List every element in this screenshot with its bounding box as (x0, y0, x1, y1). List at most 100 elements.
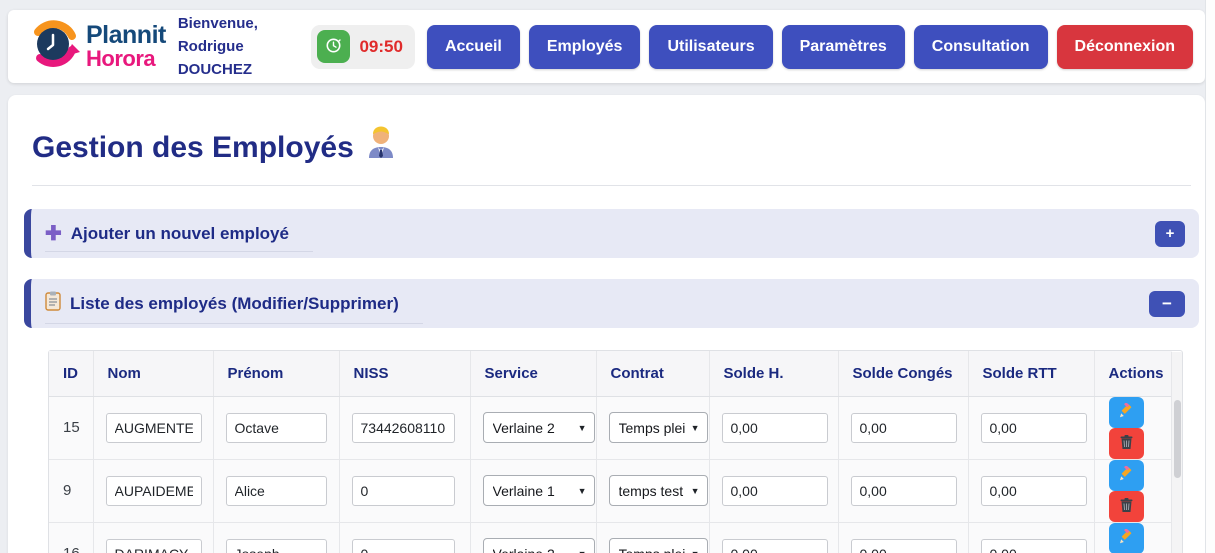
chevron-down-icon: ▼ (578, 549, 587, 553)
clock-logo-icon (28, 18, 80, 75)
welcome-message: Bienvenue, Rodrigue DOUCHEZ (178, 12, 308, 82)
niss-input[interactable] (352, 476, 455, 506)
table-scrollbar-thumb[interactable] (1174, 400, 1181, 478)
table-header: ID Nom Prénom NISS Service Contrat Solde… (49, 351, 1172, 396)
col-solde-h: Solde H. (709, 351, 838, 396)
solde-rtt-input[interactable] (981, 476, 1087, 506)
solde-rtt-input[interactable] (981, 539, 1087, 553)
expand-add-panel-button[interactable]: + (1155, 221, 1185, 247)
edit-button[interactable] (1109, 397, 1144, 428)
logo-line2: Horora (86, 48, 166, 70)
table-row: 16 Verlaine 2 ▼ Temps plei ▼ (49, 522, 1172, 553)
col-nom: Nom (93, 351, 213, 396)
chevron-down-icon: ▼ (578, 423, 587, 433)
nav-parametres-button[interactable]: Paramètres (782, 25, 905, 69)
contrat-select[interactable]: temps test ▼ (609, 475, 708, 506)
pencil-icon (1118, 403, 1134, 422)
chevron-down-icon: ▼ (691, 423, 700, 433)
col-contrat: Contrat (596, 351, 709, 396)
niss-input[interactable] (352, 539, 455, 553)
office-worker-emoji (366, 125, 396, 171)
employee-id: 9 (63, 482, 71, 499)
service-select-value: Verlaine 2 (493, 546, 572, 553)
col-service: Service (470, 351, 596, 396)
solde-h-input[interactable] (722, 476, 828, 506)
col-id: ID (49, 351, 93, 396)
timer-widget: 09:50 (311, 25, 414, 69)
collapse-list-panel-button[interactable]: − (1149, 291, 1185, 317)
solde-conges-input[interactable] (851, 539, 957, 553)
niss-input[interactable] (352, 413, 455, 443)
solde-conges-input[interactable] (851, 413, 957, 443)
nom-input[interactable] (106, 413, 202, 443)
contrat-select[interactable]: Temps plei ▼ (609, 412, 708, 443)
contrat-select-value: temps test (619, 483, 685, 499)
table-body: 15 Verlaine 2 ▼ Temps plei ▼ (49, 396, 1172, 553)
employee-table: ID Nom Prénom NISS Service Contrat Solde… (49, 351, 1172, 553)
timer-time: 09:50 (359, 37, 402, 57)
col-niss: NISS (339, 351, 470, 396)
prenom-input[interactable] (226, 476, 327, 506)
employee-list-title: Liste des employés (Modifier/Supprimer) (70, 294, 399, 314)
add-employee-heading: ✚ Ajouter un nouvel employé (45, 222, 313, 252)
nav-employes-button[interactable]: Employés (529, 25, 641, 69)
employee-list-heading: Liste des employés (Modifier/Supprimer) (45, 289, 423, 324)
prenom-input[interactable] (226, 413, 327, 443)
pencil-icon (1118, 529, 1134, 548)
nav-deconnexion-button[interactable]: Déconnexion (1057, 25, 1193, 69)
edit-button[interactable] (1109, 460, 1144, 491)
trash-icon (1119, 497, 1134, 516)
app-logo[interactable]: Plannit Horora (28, 18, 166, 75)
main-content: Gestion des Employés ✚ Ajouter un nouvel… (8, 95, 1205, 553)
logo-wordmark: Plannit Horora (86, 23, 166, 71)
employee-table-container: ID Nom Prénom NISS Service Contrat Solde… (48, 350, 1183, 553)
table-row: 15 Verlaine 2 ▼ Temps plei ▼ (49, 396, 1172, 459)
contrat-select[interactable]: Temps plei ▼ (609, 538, 708, 553)
contrat-select-value: Temps plei (619, 420, 685, 436)
col-solde-rtt: Solde RTT (968, 351, 1094, 396)
solde-conges-input[interactable] (851, 476, 957, 506)
chevron-down-icon: ▼ (691, 486, 700, 496)
stopwatch-icon (325, 37, 342, 57)
delete-button[interactable] (1109, 428, 1144, 459)
employee-id: 16 (63, 545, 80, 553)
title-divider (32, 185, 1191, 186)
welcome-line1: Bienvenue, Rodrigue (178, 12, 308, 59)
service-select[interactable]: Verlaine 2 ▼ (483, 538, 595, 553)
nav-consultation-button[interactable]: Consultation (914, 25, 1048, 69)
add-employee-title: Ajouter un nouvel employé (71, 224, 289, 244)
add-employee-panel[interactable]: ✚ Ajouter un nouvel employé + (24, 209, 1199, 258)
app-header: Plannit Horora Bienvenue, Rodrigue DOUCH… (8, 10, 1205, 83)
solde-rtt-input[interactable] (981, 413, 1087, 443)
service-select[interactable]: Verlaine 2 ▼ (483, 412, 595, 443)
nom-input[interactable] (106, 476, 202, 506)
browser-scrollbar[interactable] (1205, 0, 1215, 553)
page-title: Gestion des Employés (32, 125, 1199, 171)
welcome-line2: DOUCHEZ (178, 58, 308, 81)
solde-h-input[interactable] (722, 539, 828, 553)
delete-button[interactable] (1109, 491, 1144, 522)
employee-list-panel[interactable]: Liste des employés (Modifier/Supprimer) … (24, 279, 1199, 328)
table-row: 9 Verlaine 1 ▼ temps test ▼ (49, 459, 1172, 522)
chevron-down-icon: ▼ (578, 486, 587, 496)
table-scrollbar[interactable] (1171, 352, 1182, 553)
col-prenom: Prénom (213, 351, 339, 396)
col-actions: Actions (1094, 351, 1172, 396)
trash-icon (1119, 434, 1134, 453)
chevron-down-icon: ▼ (691, 549, 700, 553)
prenom-input[interactable] (226, 539, 327, 553)
page-title-text: Gestion des Employés (32, 126, 354, 170)
nav-utilisateurs-button[interactable]: Utilisateurs (649, 25, 772, 69)
nom-input[interactable] (106, 539, 202, 553)
solde-h-input[interactable] (722, 413, 828, 443)
clipboard-icon (45, 291, 61, 316)
service-select-value: Verlaine 2 (493, 420, 572, 436)
edit-button[interactable] (1109, 523, 1144, 553)
nav-accueil-button[interactable]: Accueil (427, 25, 520, 69)
logo-line1: Plannit (86, 23, 166, 49)
contrat-select-value: Temps plei (619, 546, 685, 553)
service-select[interactable]: Verlaine 1 ▼ (483, 475, 595, 506)
timer-button[interactable] (317, 30, 350, 63)
service-select-value: Verlaine 1 (493, 483, 572, 499)
col-solde-conges: Solde Congés (838, 351, 968, 396)
